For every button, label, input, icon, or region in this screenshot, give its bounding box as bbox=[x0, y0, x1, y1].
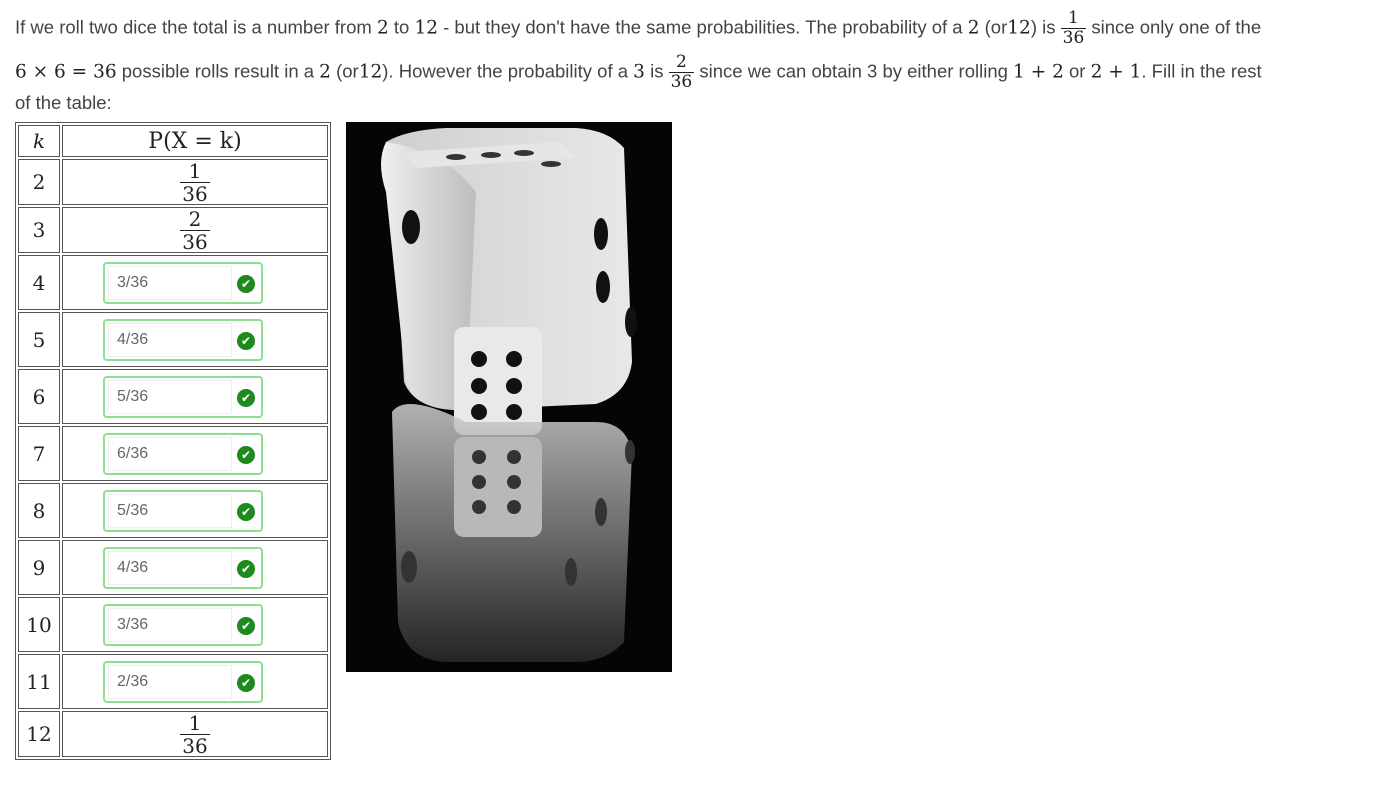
table-row: 8✔ bbox=[18, 483, 328, 538]
text: If we roll two dice the total is a numbe… bbox=[15, 16, 372, 38]
fraction: 1 36 bbox=[1060, 8, 1087, 48]
probability-input[interactable] bbox=[108, 493, 232, 528]
answer-box: ✔ bbox=[103, 432, 263, 475]
probability-input[interactable] bbox=[108, 265, 232, 300]
math: 2 bbox=[319, 61, 331, 83]
probability-input[interactable] bbox=[108, 550, 232, 585]
probability-fraction: 1 36 bbox=[180, 710, 210, 758]
text: or bbox=[1069, 60, 1086, 82]
probability-cell: ✔ bbox=[62, 597, 328, 652]
math: 3 bbox=[633, 61, 645, 83]
text: (or bbox=[984, 16, 1008, 38]
text: ) is bbox=[1030, 16, 1056, 38]
text: ). However the probability of a bbox=[382, 60, 629, 82]
math: 6 × 6 = 36 bbox=[15, 61, 117, 83]
problem-line-2: 6 × 6 = 36 possible rolls result in a 2 … bbox=[15, 54, 1262, 91]
table-row: 10 ✔ bbox=[18, 597, 328, 652]
k-value: 4 bbox=[18, 255, 60, 310]
dice-photo bbox=[346, 122, 672, 672]
probability-input[interactable] bbox=[108, 436, 232, 471]
probability-cell: ✔ bbox=[62, 426, 328, 481]
table-row: 6✔ bbox=[18, 369, 328, 424]
text: - but they don't have the same probabili… bbox=[443, 16, 963, 38]
math: 2 bbox=[376, 17, 389, 39]
checkmark-icon: ✔ bbox=[237, 274, 255, 293]
probability-cell: ✔ bbox=[62, 654, 328, 709]
text: since only one of the bbox=[1091, 16, 1262, 38]
math: 12 bbox=[1007, 17, 1031, 39]
table-row: 11 ✔ bbox=[18, 654, 328, 709]
k-value: 10 bbox=[18, 597, 60, 652]
k-value: 11 bbox=[18, 654, 60, 709]
k-value: 5 bbox=[18, 312, 60, 367]
answer-box: ✔ bbox=[103, 660, 263, 703]
probability-table: k P(X = k) 213632364✔5✔6✔7✔8✔9✔10✔11✔121… bbox=[15, 122, 331, 760]
probability-cell: 2 36 bbox=[62, 207, 328, 253]
table-header-row: k P(X = k) bbox=[18, 125, 328, 157]
k-value: 12 bbox=[18, 711, 60, 757]
text: (or bbox=[336, 60, 359, 82]
probability-input[interactable] bbox=[108, 379, 232, 414]
table-row: 5✔ bbox=[18, 312, 328, 367]
probability-cell: 1 36 bbox=[62, 711, 328, 757]
checkmark-icon: ✔ bbox=[237, 616, 255, 635]
text: . Fill in the rest bbox=[1141, 60, 1262, 82]
answer-box: ✔ bbox=[103, 318, 263, 361]
probability-cell: 1 36 bbox=[62, 159, 328, 205]
table-row: 2 1 36 bbox=[18, 159, 328, 205]
k-value: 3 bbox=[18, 207, 60, 253]
fraction: 2 36 bbox=[668, 52, 695, 92]
problem-line-1: If we roll two dice the total is a numbe… bbox=[15, 10, 1261, 47]
answer-box: ✔ bbox=[103, 261, 263, 304]
text: possible rolls result in a bbox=[121, 60, 315, 82]
probability-input[interactable] bbox=[108, 607, 232, 642]
answer-box: ✔ bbox=[103, 546, 263, 589]
probability-cell: ✔ bbox=[62, 312, 328, 367]
answer-box: ✔ bbox=[103, 603, 263, 646]
text: since we can obtain 3 by either rolling bbox=[699, 60, 1008, 82]
k-value: 8 bbox=[18, 483, 60, 538]
math: 2 + 1 bbox=[1090, 61, 1142, 83]
checkmark-icon: ✔ bbox=[237, 673, 255, 692]
problem-line-3: of the table: bbox=[15, 92, 112, 113]
k-value: 6 bbox=[18, 369, 60, 424]
checkmark-icon: ✔ bbox=[237, 502, 255, 521]
text: to bbox=[393, 16, 410, 38]
table-row: 9✔ bbox=[18, 540, 328, 595]
table-row: 7✔ bbox=[18, 426, 328, 481]
math: 12 bbox=[414, 17, 438, 39]
k-value: 7 bbox=[18, 426, 60, 481]
math: 1 + 2 bbox=[1013, 61, 1064, 83]
header-k: k bbox=[18, 125, 60, 157]
probability-input[interactable] bbox=[108, 664, 232, 699]
k-value: 2 bbox=[18, 159, 60, 205]
checkmark-icon: ✔ bbox=[237, 388, 255, 407]
probability-fraction: 1 36 bbox=[180, 158, 210, 206]
header-probability: P(X = k) bbox=[62, 125, 328, 157]
probability-cell: ✔ bbox=[62, 255, 328, 310]
answer-box: ✔ bbox=[103, 489, 263, 532]
checkmark-icon: ✔ bbox=[237, 559, 255, 578]
table-row: 3 2 36 bbox=[18, 207, 328, 253]
probability-input[interactable] bbox=[108, 322, 232, 357]
answer-box: ✔ bbox=[103, 375, 263, 418]
probability-cell: ✔ bbox=[62, 483, 328, 538]
probability-cell: ✔ bbox=[62, 540, 328, 595]
table-row: 12 1 36 bbox=[18, 711, 328, 757]
checkmark-icon: ✔ bbox=[237, 445, 255, 464]
checkmark-icon: ✔ bbox=[237, 331, 255, 350]
math: 2 bbox=[967, 17, 980, 39]
text: is bbox=[650, 60, 664, 82]
probability-fraction: 2 36 bbox=[180, 206, 210, 254]
k-value: 9 bbox=[18, 540, 60, 595]
math: 12 bbox=[358, 61, 383, 83]
table-row: 4✔ bbox=[18, 255, 328, 310]
probability-cell: ✔ bbox=[62, 369, 328, 424]
